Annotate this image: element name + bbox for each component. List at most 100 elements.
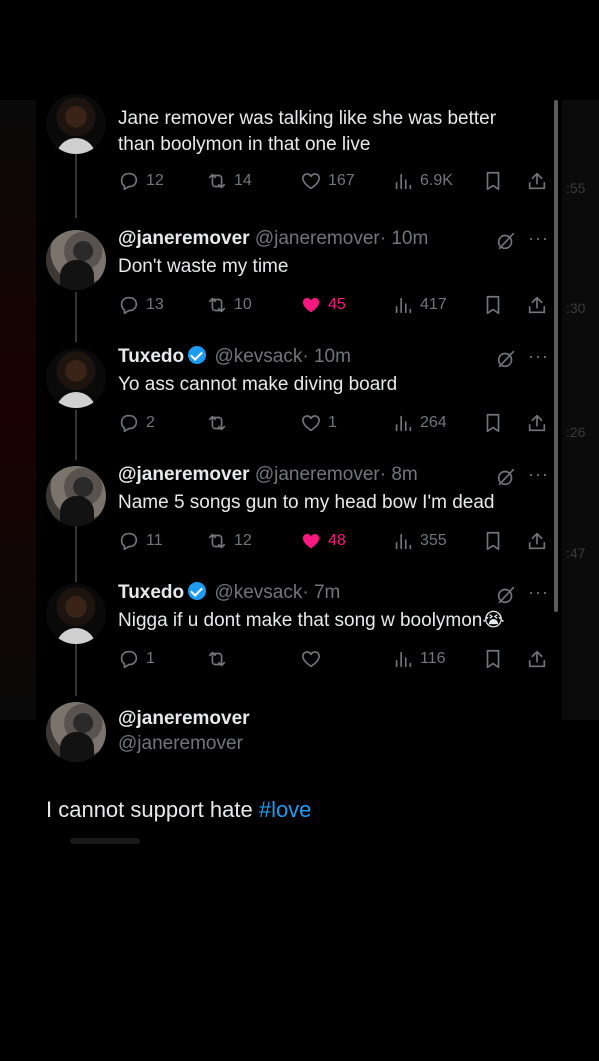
repost-button[interactable]: 10 [206, 294, 252, 316]
reply-icon [118, 170, 140, 192]
more-icon[interactable]: ··· [528, 346, 549, 367]
avatar[interactable] [46, 230, 106, 290]
bookmark-button[interactable] [482, 530, 504, 552]
avatar[interactable] [46, 584, 106, 644]
author-handle[interactable]: @kevsack [214, 346, 302, 367]
avatar[interactable] [46, 466, 106, 526]
like-button[interactable]: 1 [300, 412, 337, 434]
tweet-actions: 2 1 264 [118, 412, 548, 436]
bookmark-icon [482, 648, 504, 670]
share-button[interactable] [526, 648, 548, 670]
reply-button[interactable]: 1 [118, 648, 155, 670]
final-author-handle[interactable]: @janeremover [118, 733, 243, 755]
more-icon[interactable]: ··· [528, 464, 549, 485]
final-text-plain: I cannot support hate [46, 797, 259, 822]
grok-icon[interactable] [495, 584, 517, 606]
thread-line [75, 146, 77, 218]
side-timestamp: :26 [566, 424, 586, 440]
thread-line [75, 644, 77, 696]
more-icon[interactable]: ··· [528, 228, 549, 249]
repost-icon [206, 648, 228, 670]
views-icon [392, 530, 414, 552]
avatar[interactable] [46, 94, 106, 154]
author-handle[interactable]: @janeremover [255, 464, 380, 485]
reply-button[interactable]: 12 [118, 170, 164, 192]
bookmark-button[interactable] [482, 412, 504, 434]
like-button[interactable]: 48 [300, 530, 346, 552]
reply-button[interactable]: 13 [118, 294, 164, 316]
reply-button[interactable]: 2 [118, 412, 155, 434]
side-timestamp: :55 [566, 180, 586, 196]
share-button[interactable] [526, 412, 548, 434]
views-button[interactable]: 264 [392, 412, 447, 434]
author-name[interactable]: Tuxedo [118, 346, 184, 367]
hashtag-link[interactable]: #love [259, 797, 312, 822]
share-icon [526, 530, 548, 552]
like-icon [300, 294, 322, 316]
views-icon [392, 412, 414, 434]
action-count: 167 [328, 172, 355, 189]
action-count: 12 [146, 172, 164, 189]
action-count: 264 [420, 414, 447, 431]
author-name[interactable]: Tuxedo [118, 582, 184, 603]
repost-button[interactable]: 14 [206, 170, 252, 192]
final-author-name[interactable]: @janeremover [118, 708, 250, 730]
repost-button[interactable] [206, 412, 234, 434]
share-icon [526, 170, 548, 192]
like-button[interactable]: 167 [300, 170, 355, 192]
action-count: 1 [328, 414, 337, 431]
grok-icon[interactable] [495, 348, 517, 370]
author-handle[interactable]: @janeremover [255, 228, 380, 249]
tweet-actions: 12 14 167 6.9K [118, 170, 548, 194]
views-button[interactable]: 355 [392, 530, 447, 552]
verified-icon [188, 346, 207, 364]
bookmark-button[interactable] [482, 170, 504, 192]
repost-icon [206, 294, 228, 316]
bookmark-button[interactable] [482, 294, 504, 316]
reply-icon [118, 294, 140, 316]
like-button[interactable]: 45 [300, 294, 346, 316]
views-button[interactable]: 417 [392, 294, 447, 316]
tweet-text: Don't waste my time [118, 256, 289, 277]
repost-button[interactable]: 12 [206, 530, 252, 552]
final-tweet-text: I cannot support hate #love [46, 797, 311, 823]
repost-icon [206, 170, 228, 192]
bookmark-icon [482, 530, 504, 552]
tweet-time: · 8m [379, 464, 418, 485]
verified-icon [188, 582, 207, 600]
reply-icon [118, 648, 140, 670]
share-button[interactable] [526, 170, 548, 192]
tweet-actions: 13 10 45 417 [118, 294, 548, 318]
share-button[interactable] [526, 294, 548, 316]
bookmark-icon [482, 170, 504, 192]
like-button[interactable] [300, 648, 328, 670]
action-count: 13 [146, 296, 164, 313]
share-button[interactable] [526, 530, 548, 552]
like-icon [300, 412, 322, 434]
bookmark-button[interactable] [482, 648, 504, 670]
grok-icon[interactable] [495, 230, 517, 252]
repost-button[interactable] [206, 648, 234, 670]
author-name[interactable]: @janeremover [118, 228, 250, 249]
like-icon [300, 648, 322, 670]
author-handle[interactable]: @kevsack [214, 582, 302, 603]
like-icon [300, 170, 322, 192]
tweet-text: Jane remover was talking like she was be… [118, 108, 497, 155]
more-icon[interactable]: ··· [528, 582, 549, 603]
side-timestamp: :30 [566, 300, 586, 316]
views-button[interactable]: 6.9K [392, 170, 453, 192]
grok-icon[interactable] [495, 466, 517, 488]
scrollbar[interactable] [554, 100, 558, 612]
reply-icon [118, 412, 140, 434]
author-name[interactable]: @janeremover [118, 464, 250, 485]
views-button[interactable]: 116 [392, 648, 446, 670]
avatar[interactable] [46, 348, 106, 408]
action-count: 48 [328, 532, 346, 549]
avatar[interactable] [46, 702, 106, 762]
thread-line [75, 526, 77, 582]
tweet-time: · 10m [379, 228, 429, 249]
reply-button[interactable]: 11 [118, 530, 163, 552]
action-count: 45 [328, 296, 346, 313]
tweet-header: Tuxedo @kevsack· 7m [118, 582, 340, 604]
tweet-header: Tuxedo @kevsack· 10m [118, 346, 351, 368]
